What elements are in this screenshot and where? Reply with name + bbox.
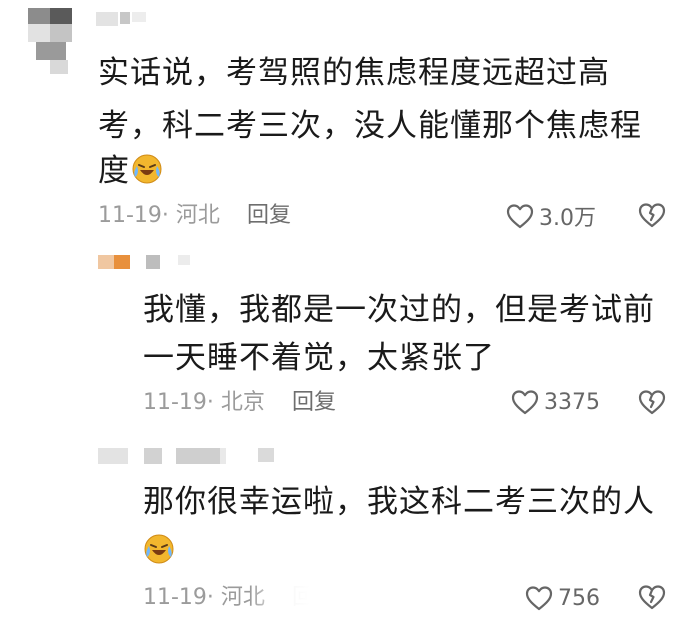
heart-outline-icon (511, 390, 539, 415)
like-button[interactable]: 756 (524, 582, 600, 614)
reply-date-location: 11-19· 河北 (143, 585, 265, 610)
crying-laughing-emoji-icon (144, 534, 174, 564)
reply-date-location: 11-19· 北京 (143, 390, 265, 415)
like-button[interactable]: 3375 (510, 386, 600, 418)
comment-text-line-2: 考，科二考三次，没人能懂那个焦虑程 (98, 108, 642, 144)
like-count: 3375 (544, 389, 600, 415)
comment-text-line-1: 实话说，考驾照的焦虑程度远超过高 (98, 55, 610, 91)
reply-text-line-2: 一天睡不着觉，太紧张了 (143, 340, 495, 376)
blur-overlay (250, 570, 690, 625)
broken-heart-outline-icon[interactable] (637, 387, 667, 417)
reply-text-line-1: 我懂，我都是一次过的，但是考试前 (143, 292, 655, 328)
comment-date-location: 11-19· 河北 (98, 203, 220, 228)
reply-text-line-1: 那你很幸运啦，我这科二考三次的人 (143, 484, 655, 520)
heart-outline-icon (525, 586, 553, 611)
username[interactable] (98, 255, 190, 271)
reply-button[interactable]: 回复 (247, 202, 291, 230)
comment-text-line-3: 度 (98, 153, 130, 189)
avatar[interactable] (28, 8, 74, 74)
reply-button[interactable]: 回复 (292, 389, 336, 417)
like-count: 756 (558, 585, 600, 611)
heart-outline-icon (506, 204, 534, 229)
username[interactable] (96, 12, 146, 38)
like-button[interactable]: 3.0万 (505, 200, 596, 232)
like-count: 3.0万 (539, 206, 596, 231)
crying-laughing-emoji-icon (132, 154, 162, 184)
broken-heart-outline-icon[interactable] (637, 200, 667, 230)
username[interactable] (98, 448, 276, 466)
broken-heart-outline-icon[interactable] (637, 582, 667, 612)
